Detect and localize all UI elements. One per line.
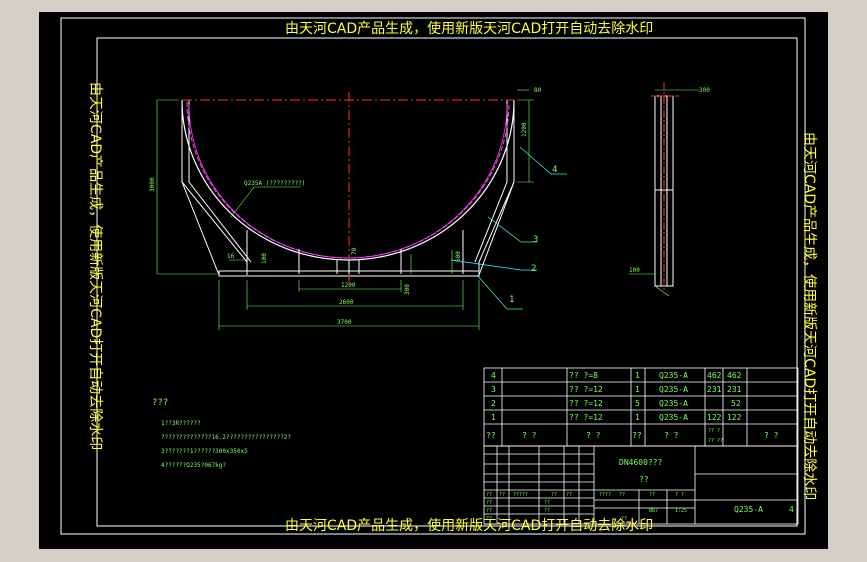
dim-center-width: 1200 (341, 282, 356, 289)
title-weight: 867 (649, 508, 658, 514)
svg-text:1: 1 (635, 385, 640, 394)
bom-row-1: 1 ?? ?=12 1 Q235-A 122 122 (491, 413, 742, 422)
svg-text:? ?: ? ? (664, 431, 679, 440)
svg-text:??: ?? (486, 516, 492, 522)
title-scale-label: ?? (619, 492, 625, 498)
svg-text:231: 231 (727, 385, 742, 394)
dim-left-height: 3000 (149, 177, 156, 192)
svg-text:231: 231 (707, 385, 722, 394)
note-line-3: 3???????1??????300x350x5 (161, 448, 248, 455)
bom-row-2: 2 ?? ?=12 5 Q235-A 52 (491, 399, 741, 408)
svg-text:?? ?=12: ?? ?=12 (569, 399, 603, 408)
watermark-right: 由天河CAD产品生成，使用新版天河CAD打开自动去除水印 (801, 132, 818, 500)
balloon-4: 4 (552, 165, 557, 175)
cad-drawing-canvas[interactable]: 由天河CAD产品生成，使用新版天河CAD打开自动去除水印 由天河CAD产品生成，… (39, 12, 828, 549)
bom-row-3: 3 ?? ?=12 1 Q235-A 231 231 (491, 385, 742, 394)
svg-text:2: 2 (491, 399, 496, 408)
svg-text:??: ?? (566, 492, 572, 498)
svg-text:??: ?? (544, 500, 550, 506)
svg-text:Q235-A: Q235-A (659, 399, 688, 408)
title-sheet-no: 4 (789, 505, 794, 514)
svg-text:?? ?=12: ?? ?=12 (569, 413, 603, 422)
dim-left-small-1: 16 (227, 253, 235, 260)
drawing-svg: 由天河CAD产品生成，使用新版天河CAD打开自动去除水印 由天河CAD产品生成，… (60, 17, 818, 535)
dim-side-top: 300 (699, 87, 710, 94)
svg-text:?? ?: ?? ? (708, 428, 720, 434)
svg-text:??: ?? (486, 500, 492, 506)
svg-text:122: 122 (727, 413, 742, 422)
svg-text:??: ?? (499, 492, 505, 498)
balloon-2: 2 (531, 264, 536, 274)
svg-text:??: ?? (621, 516, 627, 522)
title-scale: 1:25 (675, 508, 687, 514)
svg-text:462: 462 (707, 371, 722, 380)
dim-right-height: 1200 (521, 122, 528, 137)
title-sub: ?? (639, 475, 649, 484)
title-weight-label: ?? (649, 492, 655, 498)
title-product: DN4600??? (619, 458, 663, 467)
bom-header-row: ?? ? ? ? ? ?? ? ? ?? ? ?? ?? ? ? (486, 428, 779, 444)
svg-text:Q235-A: Q235-A (659, 371, 688, 380)
svg-text:462: 462 (727, 371, 742, 380)
dimension-lines (156, 89, 534, 330)
dim-inner-width: 2600 (339, 299, 354, 306)
arc-note-leader (230, 186, 255, 218)
title-sheet-label: ? ? (675, 492, 684, 498)
bom-row-4: 4 ?? ?=8 1 Q235-A 462 462 (491, 371, 742, 380)
svg-text:? ?: ? ? (586, 431, 601, 440)
svg-text:Q235-A: Q235-A (659, 413, 688, 422)
svg-text:??: ?? (486, 508, 492, 514)
svg-text:52: 52 (731, 399, 741, 408)
side-view (651, 82, 679, 292)
note-line-2: ??????????????16.2????????????????2? (161, 434, 291, 441)
svg-text:4: 4 (491, 371, 496, 380)
svg-text:Q235-A: Q235-A (659, 385, 688, 394)
note-line-4: 4??????Q235?067kg? (161, 462, 226, 469)
svg-text:??: ?? (551, 492, 557, 498)
watermark-bottom: 由天河CAD产品生成，使用新版天河CAD打开自动去除水印 (285, 517, 653, 534)
svg-text:????: ???? (599, 492, 611, 498)
dim-center-height: 70 (351, 247, 358, 255)
svg-text:??: ?? (632, 431, 642, 440)
svg-text:1: 1 (491, 413, 496, 422)
svg-text:?? ?=8: ?? ?=8 (569, 371, 598, 380)
svg-text:?? ??: ?? ?? (708, 438, 723, 444)
svg-text:3: 3 (491, 385, 496, 394)
balloon-1: 1 (509, 295, 514, 305)
title-material: Q235-A (734, 505, 763, 514)
balloon-3: 3 (533, 235, 538, 245)
watermark-left: 由天河CAD产品生成，使用新版天河CAD打开自动去除水印 (87, 82, 104, 450)
note-line-1: 1??3R?????? (161, 420, 201, 427)
svg-text:??: ?? (544, 508, 550, 514)
dim-bottom-width: 3700 (337, 319, 352, 326)
dim-center-small: 300 (404, 284, 411, 295)
svg-text:? ?: ? ? (522, 431, 537, 440)
watermark-top: 由天河CAD产品生成，使用新版天河CAD打开自动去除水印 (285, 20, 653, 37)
dim-top-right: 80 (534, 87, 542, 94)
notes-heading: ??? (152, 398, 168, 408)
arc-note: Q235A (?????????) (244, 180, 305, 187)
svg-text:1: 1 (635, 413, 640, 422)
dim-side-left: 100 (629, 267, 640, 274)
svg-text:? ?: ? ? (764, 431, 779, 440)
svg-text:?? ?=12: ?? ?=12 (569, 385, 603, 394)
balloon-leaders (450, 146, 567, 310)
svg-text:?????: ????? (513, 492, 528, 498)
svg-text:122: 122 (707, 413, 722, 422)
dim-rib-height: 600 (455, 251, 462, 262)
svg-text:5: 5 (635, 399, 640, 408)
svg-text:??: ?? (486, 492, 492, 498)
svg-text:??: ?? (486, 431, 496, 440)
svg-text:1: 1 (635, 371, 640, 380)
dim-left-small-2: 100 (261, 253, 268, 264)
